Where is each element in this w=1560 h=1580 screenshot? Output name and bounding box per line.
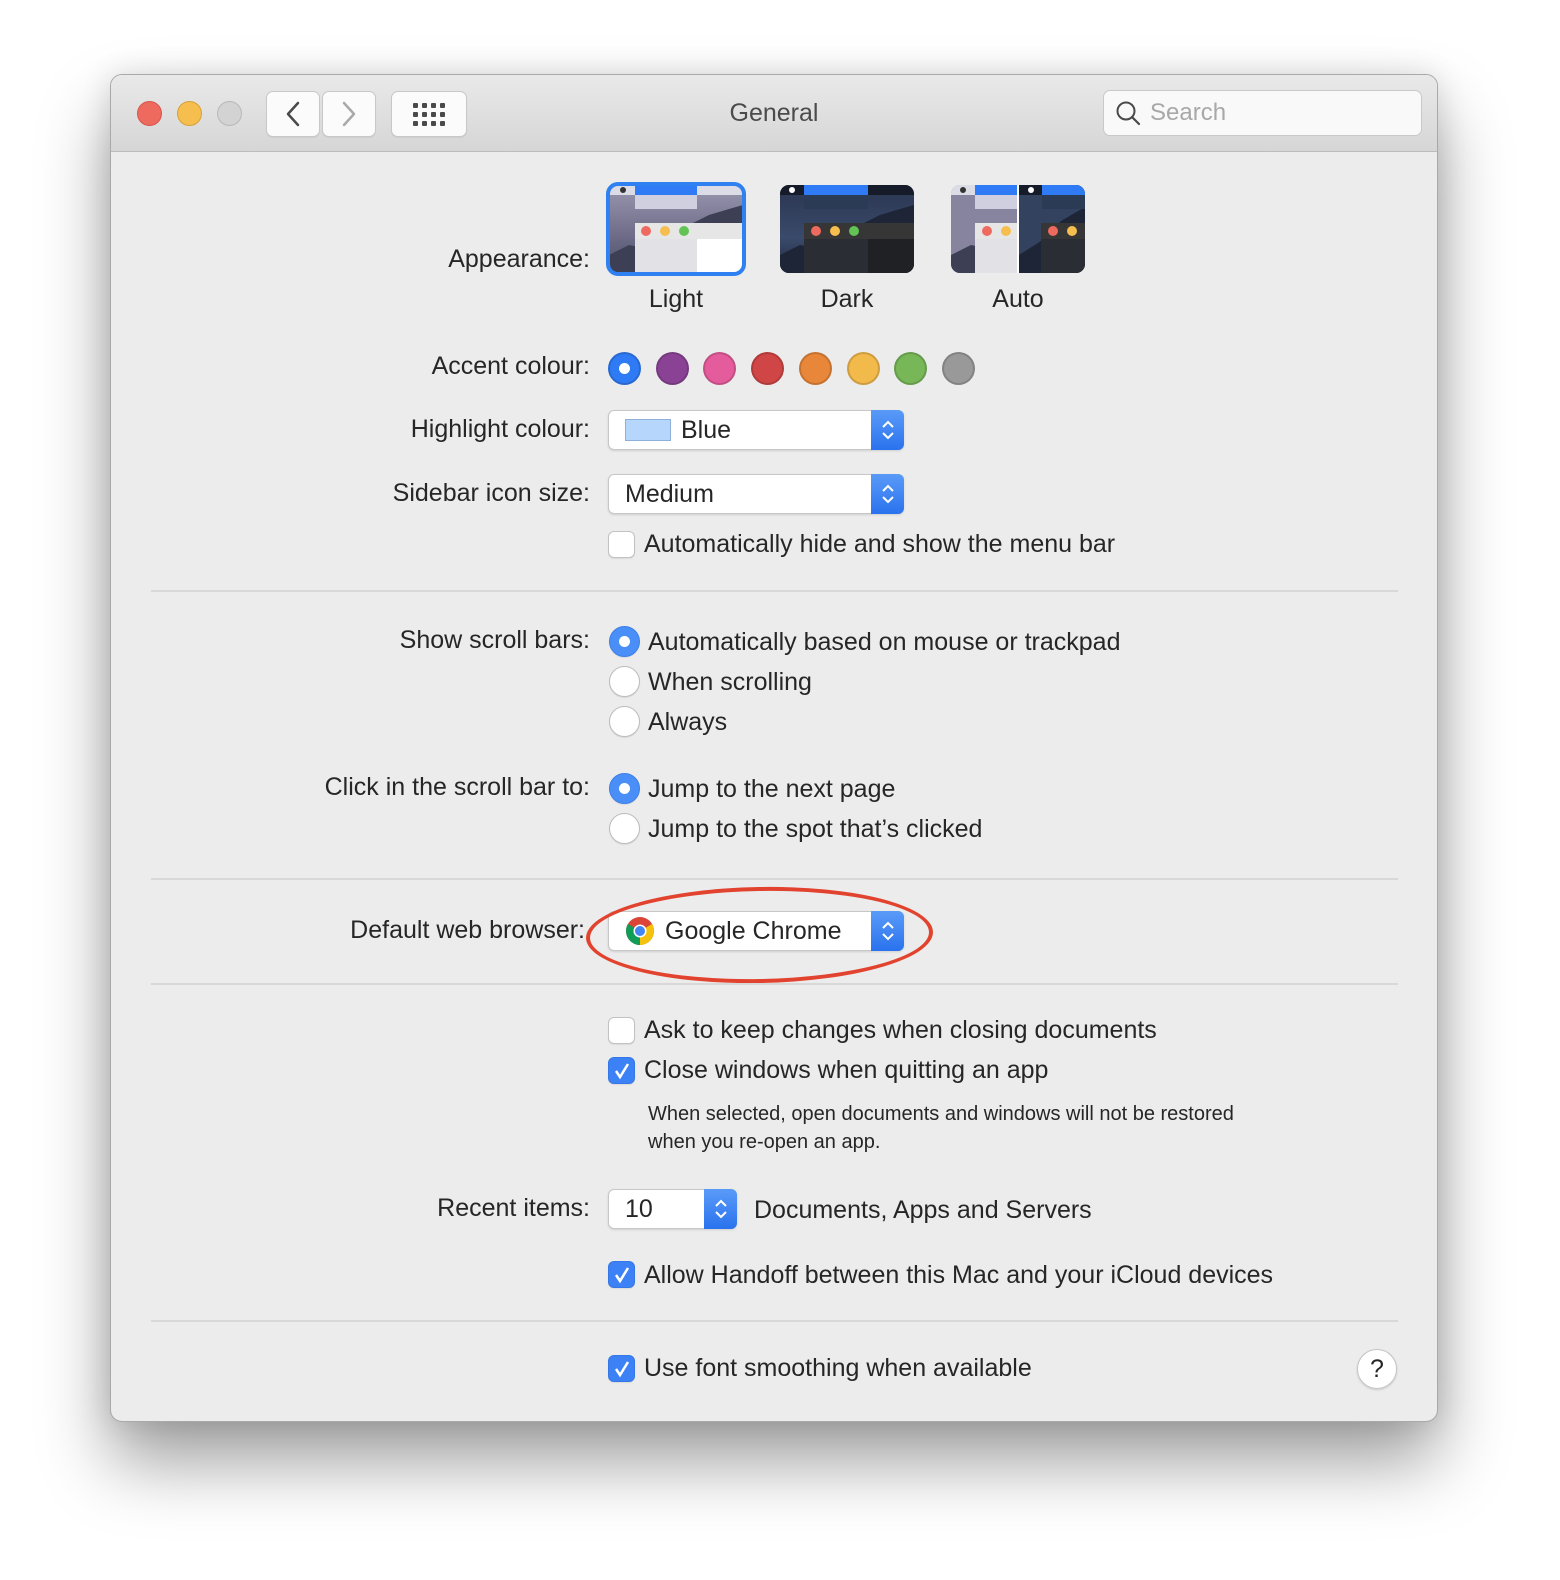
scroll-bars-always-radio[interactable] (609, 706, 640, 737)
auto-thumbnail (951, 185, 1085, 273)
close-windows-note-line2: when you re-open an app. (648, 1131, 881, 1153)
jump-to-spot-radio[interactable] (609, 813, 640, 844)
divider (151, 590, 1398, 592)
search-icon (1116, 101, 1141, 126)
jump-to-spot-label: Jump to the spot that’s clicked (648, 815, 983, 843)
appearance-light-option[interactable]: Light (606, 182, 746, 314)
default-web-browser-value: Google Chrome (665, 916, 842, 945)
accent-swatch-graphite[interactable] (941, 352, 975, 385)
close-windows-checkbox[interactable] (608, 1057, 635, 1084)
highlight-colour-chip (625, 419, 671, 441)
popup-stepper-icon (871, 410, 904, 450)
highlight-colour-label: Highlight colour: (410, 415, 590, 443)
light-thumbnail (606, 182, 746, 276)
accent-swatch-green[interactable] (894, 352, 928, 385)
accent-swatch-yellow[interactable] (846, 352, 880, 385)
font-smoothing-label: Use font smoothing when available (644, 1354, 1032, 1382)
checkmark-icon (614, 1266, 629, 1283)
scroll-bars-auto-label: Automatically based on mouse or trackpad (648, 628, 1121, 656)
accent-swatch-blue[interactable] (608, 352, 641, 385)
appearance-auto-option[interactable]: Auto (950, 185, 1086, 314)
title-bar: General (111, 75, 1437, 152)
accent-colour-label: Accent colour: (431, 352, 590, 380)
accent-swatch-pink[interactable] (703, 352, 737, 385)
close-windows-label: Close windows when quitting an app (644, 1056, 1049, 1084)
popup-stepper-icon (704, 1189, 737, 1229)
accent-swatch-red[interactable] (751, 352, 785, 385)
sidebar-icon-size-label: Sidebar icon size: (392, 479, 590, 507)
sidebar-icon-size-value: Medium (625, 479, 714, 508)
ask-keep-changes-checkbox[interactable] (608, 1017, 635, 1044)
divider (151, 983, 1398, 985)
highlight-colour-value: Blue (681, 415, 732, 444)
default-web-browser-label: Default web browser: (350, 916, 585, 944)
scroll-bars-when-scrolling-radio[interactable] (609, 666, 640, 697)
scroll-bars-always-label: Always (648, 708, 728, 736)
accent-swatch-purple[interactable] (655, 352, 689, 385)
popup-stepper-icon (871, 474, 904, 514)
sidebar-icon-size-popup[interactable]: Medium (608, 474, 904, 514)
popup-stepper-icon (871, 911, 904, 951)
system-preferences-window: General Appearance: (110, 74, 1438, 1422)
menu-bar-label: Automatically hide and show the menu bar (644, 530, 1116, 558)
click-scroll-bar-label: Click in the scroll bar to: (324, 773, 590, 801)
appearance-dark-option[interactable]: Dark (779, 185, 915, 314)
dark-thumbnail (780, 185, 914, 273)
checkmark-icon (614, 1360, 629, 1377)
accent-swatch-orange[interactable] (798, 352, 832, 385)
recent-items-label: Recent items: (437, 1194, 590, 1222)
appearance-dark-label: Dark (820, 285, 874, 313)
jump-next-page-label: Jump to the next page (648, 775, 896, 803)
jump-next-page-radio[interactable] (609, 773, 640, 804)
help-button[interactable]: ? (1357, 1349, 1397, 1389)
recent-items-suffix: Documents, Apps and Servers (754, 1196, 1092, 1224)
handoff-checkbox[interactable] (608, 1261, 635, 1288)
checkmark-icon (614, 1062, 629, 1079)
scroll-bars-when-scrolling-label: When scrolling (648, 668, 812, 696)
divider (151, 1320, 1398, 1322)
close-windows-note-line1: When selected, open documents and window… (648, 1103, 1234, 1125)
default-web-browser-popup[interactable]: Google Chrome (608, 911, 904, 951)
recent-items-popup[interactable]: 10 (608, 1189, 737, 1229)
ask-keep-changes-label: Ask to keep changes when closing documen… (644, 1016, 1157, 1044)
divider (151, 878, 1398, 880)
search-input[interactable] (1150, 99, 1410, 127)
appearance-auto-label: Auto (992, 285, 1044, 313)
chrome-icon (626, 917, 654, 945)
scroll-bars-auto-radio[interactable] (609, 626, 640, 657)
menu-bar-checkbox[interactable] (608, 531, 635, 558)
font-smoothing-checkbox[interactable] (608, 1355, 635, 1382)
highlight-colour-popup[interactable]: Blue (608, 410, 904, 450)
handoff-label: Allow Handoff between this Mac and your … (644, 1261, 1274, 1289)
show-scroll-bars-label: Show scroll bars: (399, 626, 590, 654)
recent-items-value: 10 (625, 1194, 653, 1223)
appearance-label: Appearance: (448, 245, 590, 273)
search-field[interactable] (1103, 90, 1422, 136)
appearance-light-label: Light (648, 285, 704, 313)
